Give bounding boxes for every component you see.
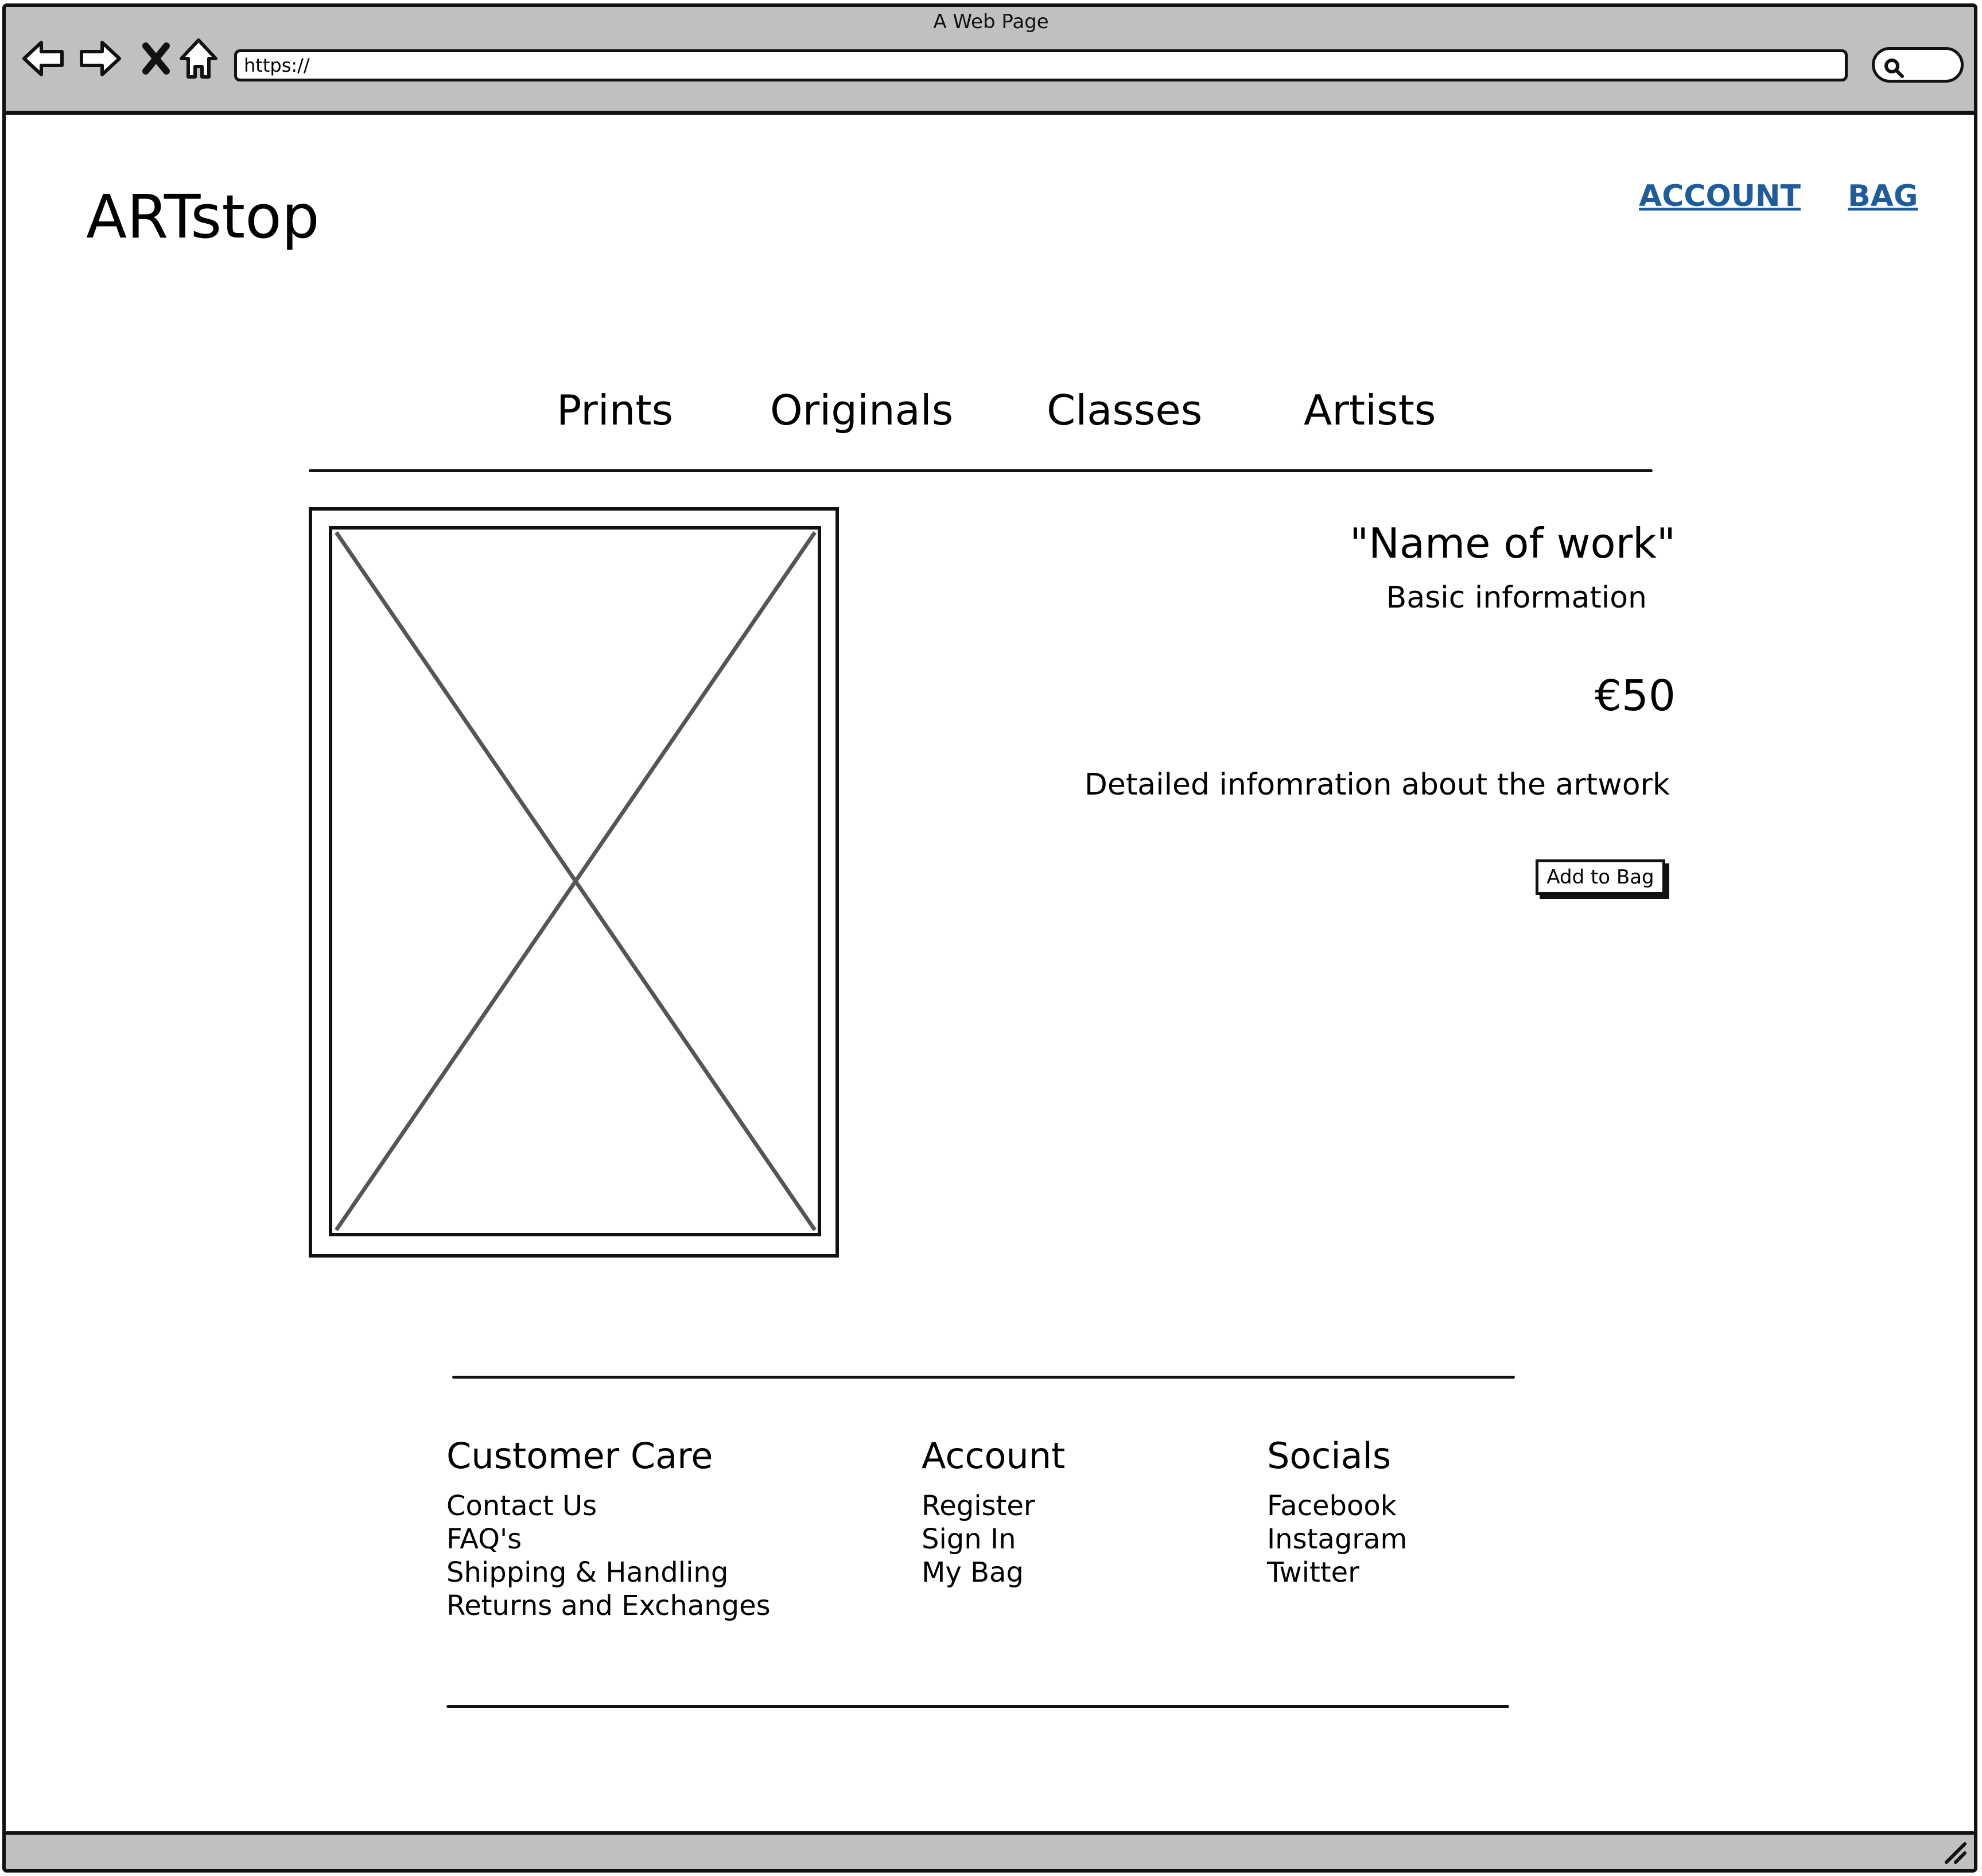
add-to-bag-button[interactable]: Add to Bag [1536,859,1665,895]
footer-heading-account: Account [922,1435,1066,1477]
footer-link-register[interactable]: Register [922,1489,1065,1523]
status-bar [2,1831,1977,1873]
detailed-information: Detailed infomration about the artwork [1084,768,1670,802]
browser-window [2,3,1977,1873]
footer-link-instagram[interactable]: Instagram [1267,1523,1407,1556]
image-placeholder-icon[interactable] [309,507,839,1258]
footer-link-twitter[interactable]: Twitter [1267,1556,1407,1589]
footer-heading-customer-care: Customer Care [446,1435,713,1477]
nav-divider [309,469,1653,472]
nav-originals[interactable]: Originals [770,384,953,436]
footer-top-divider [452,1376,1515,1379]
account-link[interactable]: ACCOUNT [1639,178,1801,215]
home-icon[interactable] [176,36,221,81]
browser-search-button[interactable] [1872,47,1964,83]
work-title: "Name of work" [1349,519,1676,567]
footer-link-facebook[interactable]: Facebook [1267,1489,1407,1523]
footer-customer-care: Customer Care Contact Us FAQ's Shipping … [446,1432,771,1622]
footer-link-sign-in[interactable]: Sign In [922,1523,1065,1556]
footer-account: Account Register Sign In My Bag [922,1432,1065,1589]
footer-link-my-bag[interactable]: My Bag [922,1556,1065,1589]
footer-socials: Socials Facebook Instagram Twitter [1267,1432,1407,1589]
window-title: A Web Page [933,10,1049,33]
price: €50 [1594,671,1676,721]
footer-link-returns[interactable]: Returns and Exchanges [446,1589,771,1622]
basic-information: Basic information [1386,581,1647,615]
close-icon[interactable] [133,36,179,81]
address-bar[interactable]: https:// [234,49,1848,81]
footer-link-shipping[interactable]: Shipping & Handling [446,1556,771,1589]
bag-link[interactable]: BAG [1848,178,1918,215]
footer-link-faqs[interactable]: FAQ's [446,1523,771,1556]
search-icon [1884,59,1904,78]
footer-heading-socials: Socials [1267,1435,1392,1477]
resize-grip-icon[interactable] [1943,1840,1968,1866]
nav-artists[interactable]: Artists [1304,384,1436,436]
footer-link-contact-us[interactable]: Contact Us [446,1489,771,1523]
nav-prints[interactable]: Prints [557,384,673,436]
nav-classes[interactable]: Classes [1047,384,1202,436]
site-logo[interactable]: ARTstop [86,182,320,251]
forward-arrow-icon[interactable] [77,36,123,81]
footer-bottom-divider [446,1705,1509,1708]
back-arrow-icon[interactable] [21,36,67,81]
